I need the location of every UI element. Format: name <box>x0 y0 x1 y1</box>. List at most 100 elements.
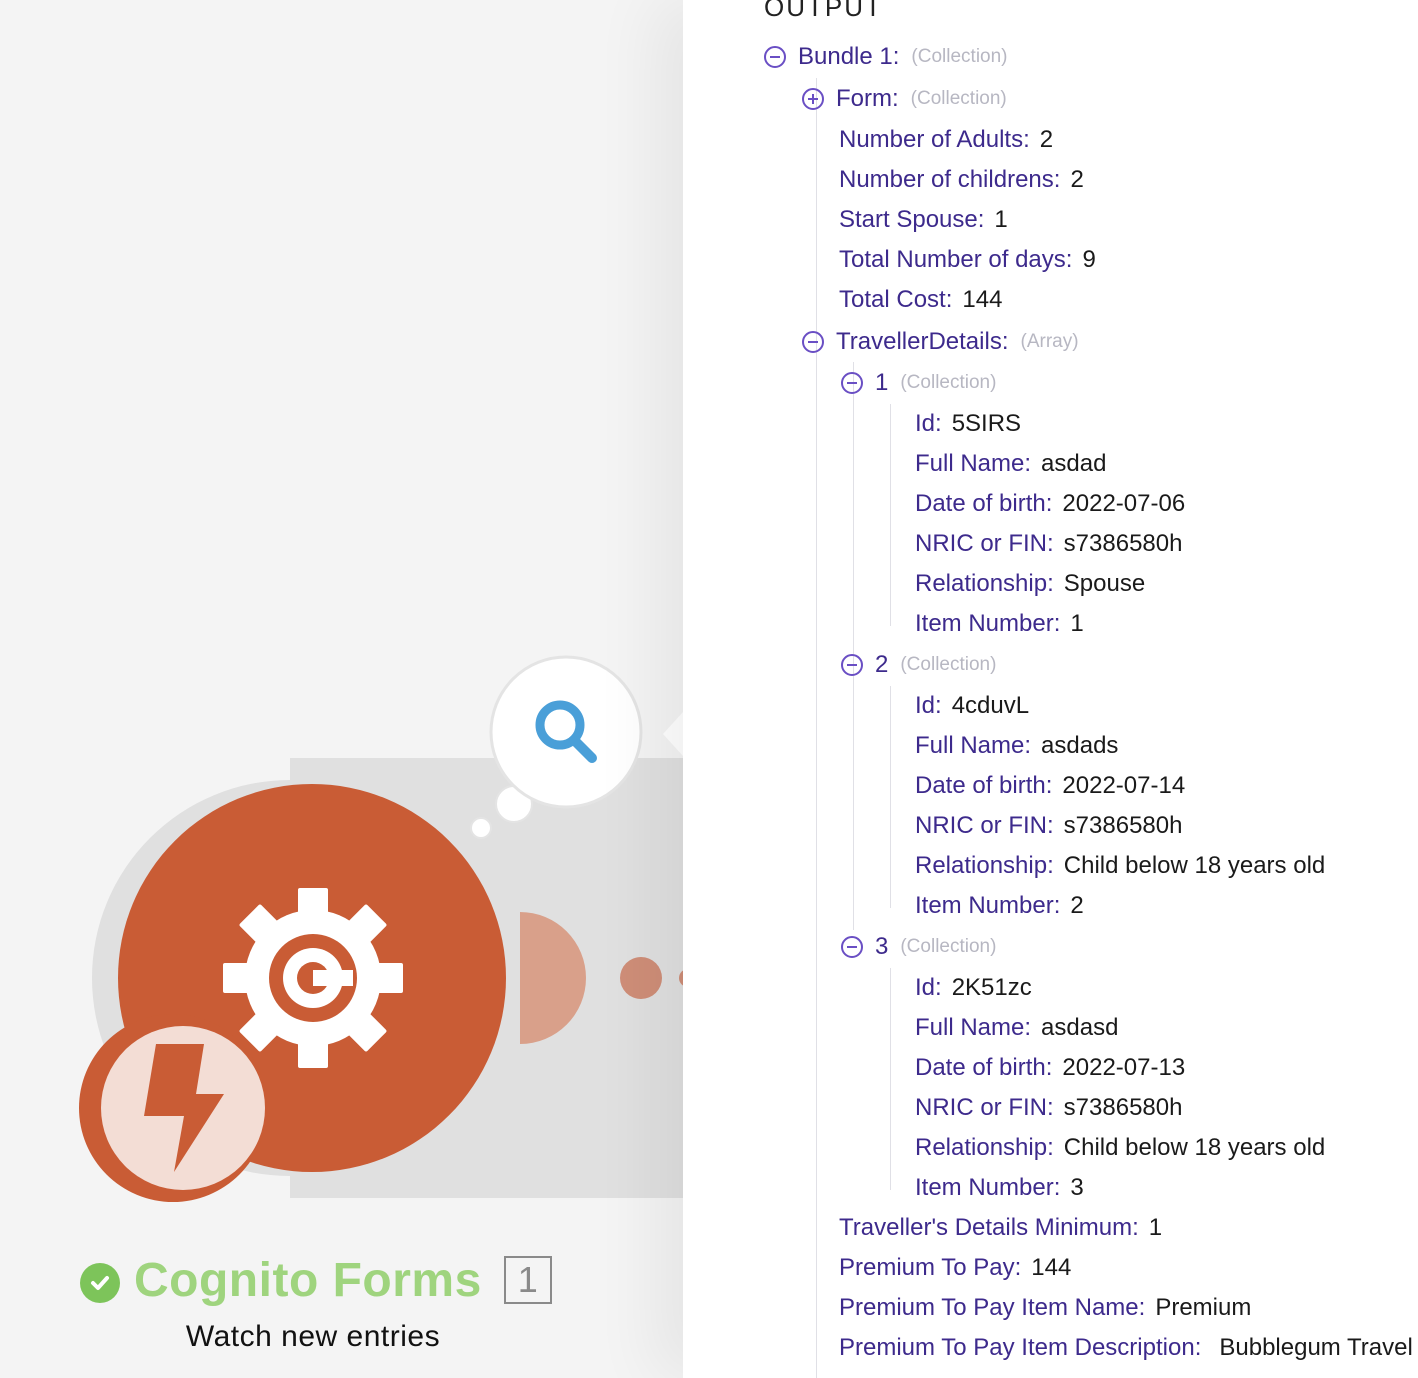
field-key: Premium To Pay <box>839 1254 1015 1281</box>
field-key: Full Name <box>915 450 1025 477</box>
field-key: Relationship <box>915 852 1048 879</box>
field-value: 2 <box>1039 126 1054 153</box>
item-field-row[interactable]: Id:4cduvL <box>915 686 1029 726</box>
item-field-row[interactable]: Date of birth:2022-07-13 <box>915 1048 1185 1088</box>
array-item-row[interactable]: 1 (Collection) <box>841 363 996 403</box>
field-value: s7386580h <box>1063 812 1183 839</box>
collapse-icon[interactable] <box>764 46 786 68</box>
item-field-row[interactable]: Full Name: asdad <box>915 444 1106 484</box>
field-value: Child below 18 years old <box>1063 1134 1326 1161</box>
field-key: Full Name <box>915 1014 1025 1041</box>
item-field-row[interactable]: Id:2K51zc <box>915 968 1032 1008</box>
field-row[interactable]: Number of childrens: 2 <box>839 160 1084 200</box>
cognito-gear-icon <box>223 888 403 1068</box>
item-type: (Collection) <box>900 654 997 675</box>
collapse-icon[interactable] <box>802 331 824 353</box>
item-field-row[interactable]: Relationship: Child below 18 years old <box>915 1128 1325 1168</box>
expand-icon[interactable] <box>802 88 824 110</box>
trigger-badge[interactable] <box>79 1014 267 1202</box>
field-value: 2022-07-13 <box>1062 1054 1186 1081</box>
field-key: Traveller's Details Minimum <box>839 1214 1133 1241</box>
field-key: Relationship <box>915 1134 1048 1161</box>
field-value: 144 <box>962 286 1003 313</box>
canvas-graphics <box>79 655 683 1202</box>
item-field-row[interactable]: Item Number:2 <box>915 886 1084 926</box>
field-key: Total Number of days <box>839 246 1066 273</box>
field-row[interactable]: Total Number of days: 9 <box>839 240 1096 280</box>
field-key: Date of birth <box>915 490 1046 517</box>
field-key: NRIC or FIN <box>915 812 1047 839</box>
output-header: OUTPUT <box>764 0 883 22</box>
field-key: NRIC or FIN <box>915 1094 1047 1121</box>
scenario-canvas: Cognito Forms 1 Watch new entries <box>0 0 683 1378</box>
traveller-details-type: (Array) <box>1020 331 1079 352</box>
array-item-row[interactable]: 3 (Collection) <box>841 927 996 967</box>
item-field-row[interactable]: Full Name: asdasd <box>915 1008 1118 1048</box>
bundle-type: (Collection) <box>911 46 1008 67</box>
field-key: Number of childrens <box>839 166 1054 193</box>
field-value: Bubblegum Travel <box>1219 1334 1413 1361</box>
field-key: Start Spouse <box>839 206 978 233</box>
output-panel: OUTPUT Bundle 1: (Collection) Form: (Col… <box>683 0 1418 1378</box>
item-index: 1 <box>875 369 889 396</box>
field-row[interactable]: Number of Adults: 2 <box>839 120 1053 160</box>
field-row[interactable]: Start Spouse: 1 <box>839 200 1008 240</box>
item-field-row[interactable]: NRIC or FIN: s7386580h <box>915 524 1182 564</box>
item-field-row[interactable]: Full Name: asdads <box>915 726 1118 766</box>
field-value: 1 <box>1070 610 1084 637</box>
item-field-row[interactable]: NRIC or FIN: s7386580h <box>915 1088 1182 1128</box>
field-value: 5SIRS <box>951 410 1022 437</box>
collapse-icon[interactable] <box>841 936 863 958</box>
field-value: asdad <box>1041 450 1107 477</box>
field-value: s7386580h <box>1063 530 1183 557</box>
item-field-row[interactable]: Date of birth:2022-07-14 <box>915 766 1185 806</box>
field-row[interactable]: Premium To Pay Item Name: Premium <box>839 1288 1251 1328</box>
item-field-row[interactable]: Item Number:3 <box>915 1168 1084 1208</box>
field-row[interactable]: Premium To Pay:144 <box>839 1248 1071 1288</box>
connector-dot <box>620 957 662 999</box>
field-row[interactable]: Premium To Pay Item Description: Bubblegu… <box>839 1328 1413 1368</box>
field-key: Date of birth <box>915 1054 1046 1081</box>
field-key: Premium To Pay Item Name <box>839 1294 1139 1321</box>
item-field-row[interactable]: Relationship: Child below 18 years old <box>915 846 1325 886</box>
item-field-row[interactable]: Date of birth:2022-07-06 <box>915 484 1185 524</box>
collapse-icon[interactable] <box>841 372 863 394</box>
item-type: (Collection) <box>900 936 997 957</box>
field-key: Id <box>915 692 936 719</box>
collapse-icon[interactable] <box>841 654 863 676</box>
field-value: 144 <box>1031 1254 1072 1281</box>
module-name[interactable]: Cognito Forms <box>134 1253 482 1308</box>
field-value: 9 <box>1082 246 1096 273</box>
form-row[interactable]: Form: (Collection) <box>802 79 1007 119</box>
field-value: asdads <box>1041 732 1119 759</box>
item-index: 3 <box>875 933 889 960</box>
item-field-row[interactable]: Item Number:1 <box>915 604 1084 644</box>
field-value: 2022-07-06 <box>1062 490 1186 517</box>
field-key: Id <box>915 410 936 437</box>
field-value: 2 <box>1070 166 1084 193</box>
field-value: Premium <box>1155 1294 1252 1321</box>
item-index: 2 <box>875 651 889 678</box>
field-key: Item Number <box>915 1174 1054 1201</box>
field-value: 4cduvL <box>951 692 1030 719</box>
field-key: Item Number <box>915 610 1054 637</box>
traveller-details-row[interactable]: TravellerDetails: (Array) <box>802 322 1079 362</box>
field-value: 2 <box>1070 892 1084 919</box>
field-row[interactable]: Traveller's Details Minimum:1 <box>839 1208 1162 1248</box>
bundle-row[interactable]: Bundle 1: (Collection) <box>764 37 1008 77</box>
form-type: (Collection) <box>910 88 1007 109</box>
tree-line-item-2 <box>890 686 891 908</box>
item-field-row[interactable]: NRIC or FIN: s7386580h <box>915 806 1182 846</box>
item-field-row[interactable]: Relationship: Spouse <box>915 564 1145 604</box>
field-value: Spouse <box>1063 570 1146 597</box>
operation-count-badge[interactable]: 1 <box>503 1256 552 1304</box>
array-item-row[interactable]: 2 (Collection) <box>841 645 996 685</box>
item-field-row[interactable]: Id:5SIRS <box>915 404 1021 444</box>
field-value: 2022-07-14 <box>1062 772 1186 799</box>
form-label: Form: <box>836 85 899 112</box>
field-value: 2K51zc <box>951 974 1032 1001</box>
panel-pointer <box>663 712 683 756</box>
field-row[interactable]: Total Cost: 144 <box>839 280 1002 320</box>
field-value: s7386580h <box>1063 1094 1183 1121</box>
tree-line-item-3 <box>890 968 891 1190</box>
